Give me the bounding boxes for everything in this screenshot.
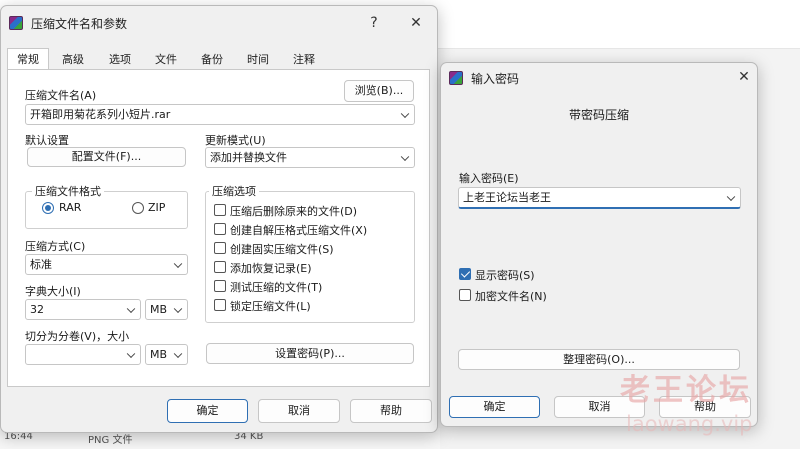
watermark-url: laowang.vip <box>626 412 753 436</box>
watermark-text: 老王论坛 <box>620 373 752 408</box>
close-icon[interactable]: ✕ <box>404 12 428 34</box>
tab-backup[interactable]: 备份 <box>190 49 234 71</box>
split-size-combo[interactable] <box>25 344 141 365</box>
tab-general[interactable]: 常规 <box>7 48 49 70</box>
solid-label: 创建固实压缩文件(S) <box>230 243 334 256</box>
solid-checkbox[interactable] <box>214 242 226 254</box>
split-label: 切分为分卷(V)，大小 <box>25 330 130 343</box>
method-value: 标准 <box>30 258 52 271</box>
password-label: 输入密码(E) <box>459 172 519 185</box>
dict-label: 字典大小(I) <box>25 285 81 298</box>
method-label: 压缩方式(C) <box>25 240 86 253</box>
password-dialog-title: 输入密码 <box>471 72 520 86</box>
lock-archive-label: 锁定压缩文件(L) <box>230 300 311 313</box>
winrar-icon <box>9 16 23 30</box>
lock-archive-checkbox[interactable] <box>214 299 226 311</box>
method-select[interactable]: 标准 <box>25 254 188 275</box>
file-type: PNG 文件 <box>88 435 133 446</box>
cancel-button[interactable]: 取消 <box>258 399 340 423</box>
update-mode-label: 更新模式(U) <box>205 134 266 147</box>
tab-comment[interactable]: 注释 <box>282 49 326 71</box>
ok-button[interactable]: 确定 <box>167 399 248 423</box>
test-files-label: 测试压缩的文件(T) <box>230 281 323 294</box>
dict-size-select[interactable]: 32 <box>25 299 141 320</box>
set-password-button[interactable]: 设置密码(P)... <box>206 343 414 364</box>
split-unit-value: MB <box>150 348 168 361</box>
archive-name-label: 压缩文件名(A) <box>25 89 97 102</box>
close-icon[interactable]: ✕ <box>732 66 756 88</box>
default-settings-label: 默认设置 <box>25 134 69 147</box>
format-zip-radio[interactable] <box>132 202 144 214</box>
show-password-label: 显示密码(S) <box>475 269 535 282</box>
winrar-icon <box>449 71 463 85</box>
chevron-down-icon <box>173 259 183 268</box>
archive-options-title: 压缩选项 <box>209 183 259 199</box>
archive-settings-dialog: 压缩文件名和参数 ? ✕ 常规 高级 选项 文件 备份 时间 注释 压缩文件名(… <box>0 5 438 433</box>
sfx-label: 创建自解压格式压缩文件(X) <box>230 224 368 237</box>
archive-name-value: 开箱即用菊花系列小短片.rar <box>30 108 171 121</box>
chevron-down-icon <box>173 304 183 313</box>
tab-advanced[interactable]: 高级 <box>51 49 95 71</box>
dict-unit-value: MB <box>150 303 168 316</box>
show-password-checkbox[interactable] <box>459 268 471 280</box>
dialog-title: 压缩文件名和参数 <box>31 17 128 31</box>
sfx-checkbox[interactable] <box>214 223 226 235</box>
password-ok-button[interactable]: 确定 <box>449 396 540 418</box>
password-dialog-subtitle: 带密码压缩 <box>568 108 629 122</box>
browse-button[interactable]: 浏览(B)... <box>344 80 414 102</box>
dict-unit-select[interactable]: MB <box>145 299 188 320</box>
delete-after-checkbox[interactable] <box>214 204 226 216</box>
update-mode-value: 添加并替换文件 <box>210 151 287 164</box>
chevron-down-icon <box>173 349 183 358</box>
tab-time[interactable]: 时间 <box>236 49 280 71</box>
archive-name-combo[interactable]: 开箱即用菊花系列小短片.rar <box>25 104 415 125</box>
password-input[interactable]: 上老王论坛当老王 <box>458 187 741 209</box>
encrypt-filenames-label: 加密文件名(N) <box>475 290 547 303</box>
format-zip-label: ZIP <box>148 201 166 214</box>
test-files-checkbox[interactable] <box>214 280 226 292</box>
format-rar-radio[interactable] <box>42 202 54 214</box>
split-unit-select[interactable]: MB <box>145 344 188 365</box>
recovery-record-label: 添加恢复记录(E) <box>230 262 312 275</box>
password-value: 上老王论坛当老王 <box>463 191 551 204</box>
update-mode-select[interactable]: 添加并替换文件 <box>205 147 415 168</box>
profiles-button[interactable]: 配置文件(F)... <box>27 147 186 167</box>
chevron-down-icon <box>726 192 736 201</box>
tab-files[interactable]: 文件 <box>144 49 188 71</box>
chevron-down-icon <box>400 152 410 161</box>
help-icon[interactable]: ? <box>362 12 386 34</box>
chevron-down-icon <box>126 304 136 313</box>
chevron-down-icon <box>126 349 136 358</box>
encrypt-filenames-checkbox[interactable] <box>459 289 471 301</box>
recovery-record-checkbox[interactable] <box>214 261 226 273</box>
format-rar-label: RAR <box>59 201 82 214</box>
help-button[interactable]: 帮助 <box>350 399 432 423</box>
dict-size-value: 32 <box>30 303 44 316</box>
chevron-down-icon <box>400 109 410 118</box>
tab-options[interactable]: 选项 <box>98 49 142 71</box>
delete-after-label: 压缩后删除原来的文件(D) <box>230 205 358 218</box>
archive-format-title: 压缩文件格式 <box>32 183 104 199</box>
